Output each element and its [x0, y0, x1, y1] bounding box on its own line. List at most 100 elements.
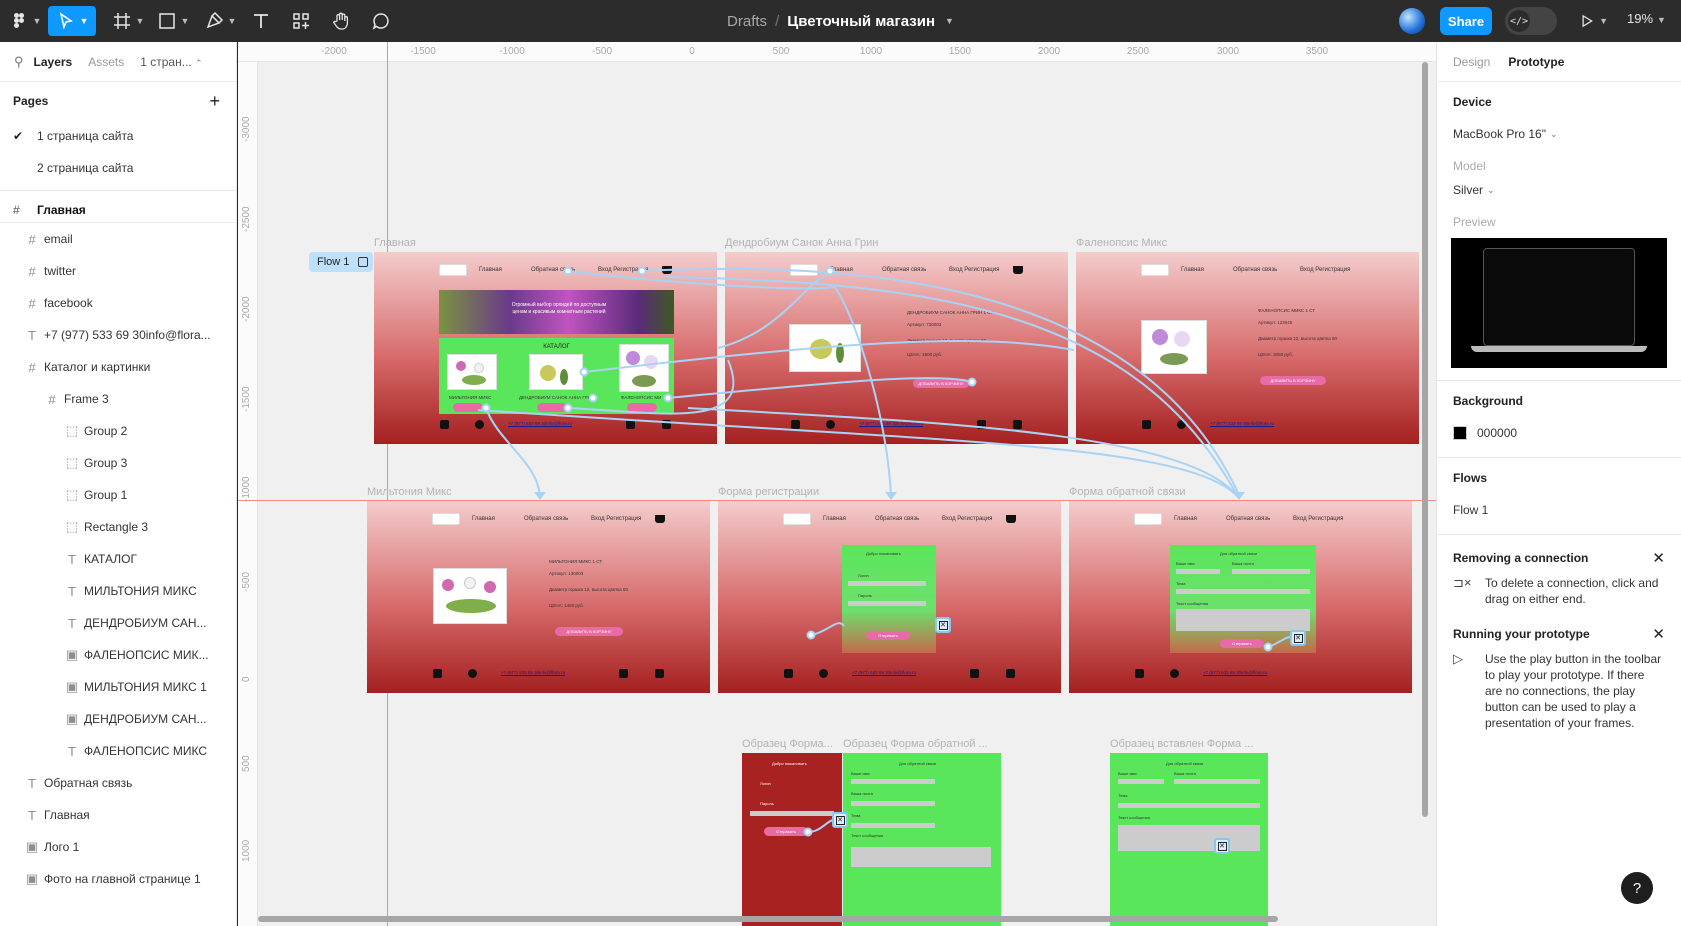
frame-feedback[interactable]: Главная Обратная связь Вход Регистрация … — [1069, 501, 1412, 693]
close-overlay-icon[interactable]: ✕ — [1290, 630, 1306, 646]
device-select[interactable]: MacBook Pro 16" ⌄ — [1453, 122, 1665, 146]
close-icon[interactable]: ✕ — [1652, 625, 1665, 643]
frame-label-miltonia[interactable]: Мильтония Микс — [367, 486, 452, 498]
layer-item[interactable]: ▣ МИЛЬТОНИЯ МИКС 1 — [0, 671, 236, 703]
frame-home[interactable]: Главная Обратная связь Вход Регистрация … — [374, 252, 717, 444]
layer-item[interactable]: T ДЕНДРОБИУМ САН... — [0, 607, 236, 639]
search-icon[interactable]: ⚲ — [14, 54, 24, 70]
dev-mode-toggle[interactable]: </> — [1505, 7, 1557, 35]
layer-item[interactable]: T ФАЛЕНОПСИС МИКС — [0, 735, 236, 767]
frame-label-sample-1[interactable]: Образец Форма... — [742, 738, 833, 750]
frame-label-registration[interactable]: Форма регистрации — [718, 486, 819, 498]
canvas[interactable]: -2000 -1500 -1000 -500 0 500 1000 1500 2000 2500 3… — [238, 42, 1436, 926]
layer-item[interactable]: # email — [0, 223, 236, 255]
help-button[interactable]: ? — [1621, 872, 1653, 904]
layer-item[interactable]: T Обратная связь — [0, 767, 236, 799]
text-tool-button[interactable] — [250, 6, 272, 36]
layer-item[interactable]: # Каталог и картинки — [0, 351, 236, 383]
project-name[interactable]: Drafts — [727, 13, 767, 30]
tab-prototype[interactable]: Prototype — [1508, 55, 1564, 69]
close-overlay-icon[interactable]: ✕ — [935, 617, 951, 633]
hand-icon — [333, 12, 349, 30]
pen-tool-button[interactable]: ▼ — [202, 6, 238, 36]
layer-item[interactable]: T МИЛЬТОНИЯ МИКС — [0, 575, 236, 607]
frame-dendrobium[interactable]: Главная Обратная связь Вход Регистрация … — [725, 252, 1068, 444]
layer-item[interactable]: # facebook — [0, 287, 236, 319]
layer-item[interactable]: T КАТАЛОГ — [0, 543, 236, 575]
close-icon[interactable]: ✕ — [1652, 549, 1665, 567]
share-button[interactable]: Share — [1440, 7, 1492, 35]
email-icon — [1006, 669, 1015, 678]
frame-sample-inserted[interactable]: Для обратной связи Ваше имя Ваша почта Т… — [1110, 753, 1268, 926]
connection-arrow — [885, 492, 897, 500]
frame-phalaenopsis[interactable]: Главная Обратная связь Вход Регистрация … — [1076, 252, 1419, 444]
layer-item[interactable]: T +7 (977) 533 69 30info@flora... — [0, 319, 236, 351]
flow-starting-point[interactable]: Flow 1 — [309, 252, 373, 272]
tip-body: ⊐× To delete a connection, click and drag… — [1453, 575, 1665, 607]
frame-label-phalaenopsis[interactable]: Фаленопсис Микс — [1076, 237, 1167, 249]
chevron-down-icon[interactable]: ▼ — [945, 16, 954, 26]
layer-image-icon: ▣ — [65, 647, 79, 662]
flow-play-icon[interactable] — [358, 257, 368, 267]
background-color-field[interactable]: 000000 — [1453, 421, 1665, 445]
ruler-tick: 1500 — [948, 46, 972, 57]
close-overlay-icon[interactable]: ✕ — [832, 812, 848, 828]
logo-mini — [1141, 264, 1169, 276]
tab-assets[interactable]: Assets — [88, 55, 124, 69]
resources-button[interactable] — [290, 6, 312, 36]
vertical-scrollbar[interactable] — [1422, 62, 1428, 817]
frame-label-sample-2[interactable]: Образец Форма обратной ... — [843, 738, 988, 750]
zoom-level[interactable]: 19% ▼ — [1627, 11, 1666, 26]
close-overlay-icon[interactable]: ✕ — [1214, 838, 1230, 854]
guide-vertical[interactable] — [387, 42, 388, 926]
laptop-screen — [1483, 248, 1635, 346]
page-item-1[interactable]: ✔ 1 страница сайта — [0, 120, 236, 152]
frame-label-sample-3[interactable]: Образец вставлен Форма ... — [1110, 738, 1253, 750]
layer-label: Frame 3 — [64, 392, 109, 406]
layer-item[interactable]: ▣ Лого 1 — [0, 831, 236, 863]
add-page-icon[interactable]: + — [209, 91, 220, 112]
layer-text-icon: T — [68, 615, 76, 631]
layer-frame-main[interactable]: # Главная — [0, 197, 236, 223]
frame-label-dendrobium[interactable]: Дендробиум Санок Анна Грин — [725, 237, 878, 249]
page-selector[interactable]: 1 стран... ⌃ — [140, 55, 202, 69]
layer-item[interactable]: ⬚ Group 3 — [0, 447, 236, 479]
layer-item[interactable]: ⬚ Group 2 — [0, 415, 236, 447]
main-menu-button[interactable]: ▼ — [8, 6, 42, 36]
nav-login: Вход Регистрация — [1300, 267, 1351, 273]
frame-registration[interactable]: Главная Обратная связь Вход Регистрация … — [718, 501, 1061, 693]
flow-item[interactable]: Flow 1 — [1453, 498, 1665, 522]
layers-panel: ⚲ Layers Assets 1 стран... ⌃ Pages + ✔ 1 … — [0, 42, 237, 926]
page-item-2[interactable]: 2 страница сайта — [0, 152, 236, 184]
catalog-image-2 — [529, 354, 583, 390]
present-button[interactable]: ▼ — [1578, 6, 1608, 36]
horizontal-scrollbar[interactable] — [258, 916, 1278, 922]
layer-item[interactable]: T Главная — [0, 799, 236, 831]
frame-tool-button[interactable]: ▼ — [110, 6, 146, 36]
layer-item[interactable]: ⬚ Rectangle 3 — [0, 511, 236, 543]
tab-design[interactable]: Design — [1453, 55, 1490, 69]
layer-item[interactable]: # twitter — [0, 255, 236, 287]
form-message-label: Текст сообщения — [1176, 601, 1209, 606]
background-hex[interactable]: 000000 — [1477, 426, 1517, 440]
shape-tool-button[interactable]: ▼ — [155, 6, 191, 36]
color-swatch[interactable] — [1453, 426, 1467, 440]
divider — [0, 190, 236, 191]
model-select[interactable]: Silver ⌄ — [1453, 178, 1665, 202]
layer-item[interactable]: ▣ Фото на главной странице 1 — [0, 863, 236, 895]
tab-layers[interactable]: Layers — [34, 55, 73, 69]
move-tool-button[interactable]: ▼ — [48, 6, 96, 36]
frame-label-home[interactable]: Главная — [374, 237, 416, 249]
layer-item[interactable]: # Frame 3 — [0, 383, 236, 415]
avatar[interactable] — [1399, 8, 1425, 34]
comment-tool-button[interactable] — [370, 6, 392, 36]
layer-item[interactable]: ▣ ДЕНДРОБИУМ САН... — [0, 703, 236, 735]
file-name[interactable]: Цветочный магазин — [787, 13, 935, 30]
frame-label-feedback[interactable]: Форма обратной связи — [1069, 486, 1186, 498]
layer-item[interactable]: ▣ ФАЛЕНОПСИС МИК... — [0, 639, 236, 671]
hand-tool-button[interactable] — [330, 6, 352, 36]
frame-miltonia[interactable]: Главная Обратная связь Вход Регистрация … — [367, 501, 710, 693]
frame-sample-feedback[interactable]: Для обратной связи Ваше имя Ваша почта Т… — [843, 753, 1001, 926]
frame-sample-registration[interactable]: Добро пожаловать Логин Пароль Отправить — [742, 753, 842, 926]
layer-item[interactable]: ⬚ Group 1 — [0, 479, 236, 511]
